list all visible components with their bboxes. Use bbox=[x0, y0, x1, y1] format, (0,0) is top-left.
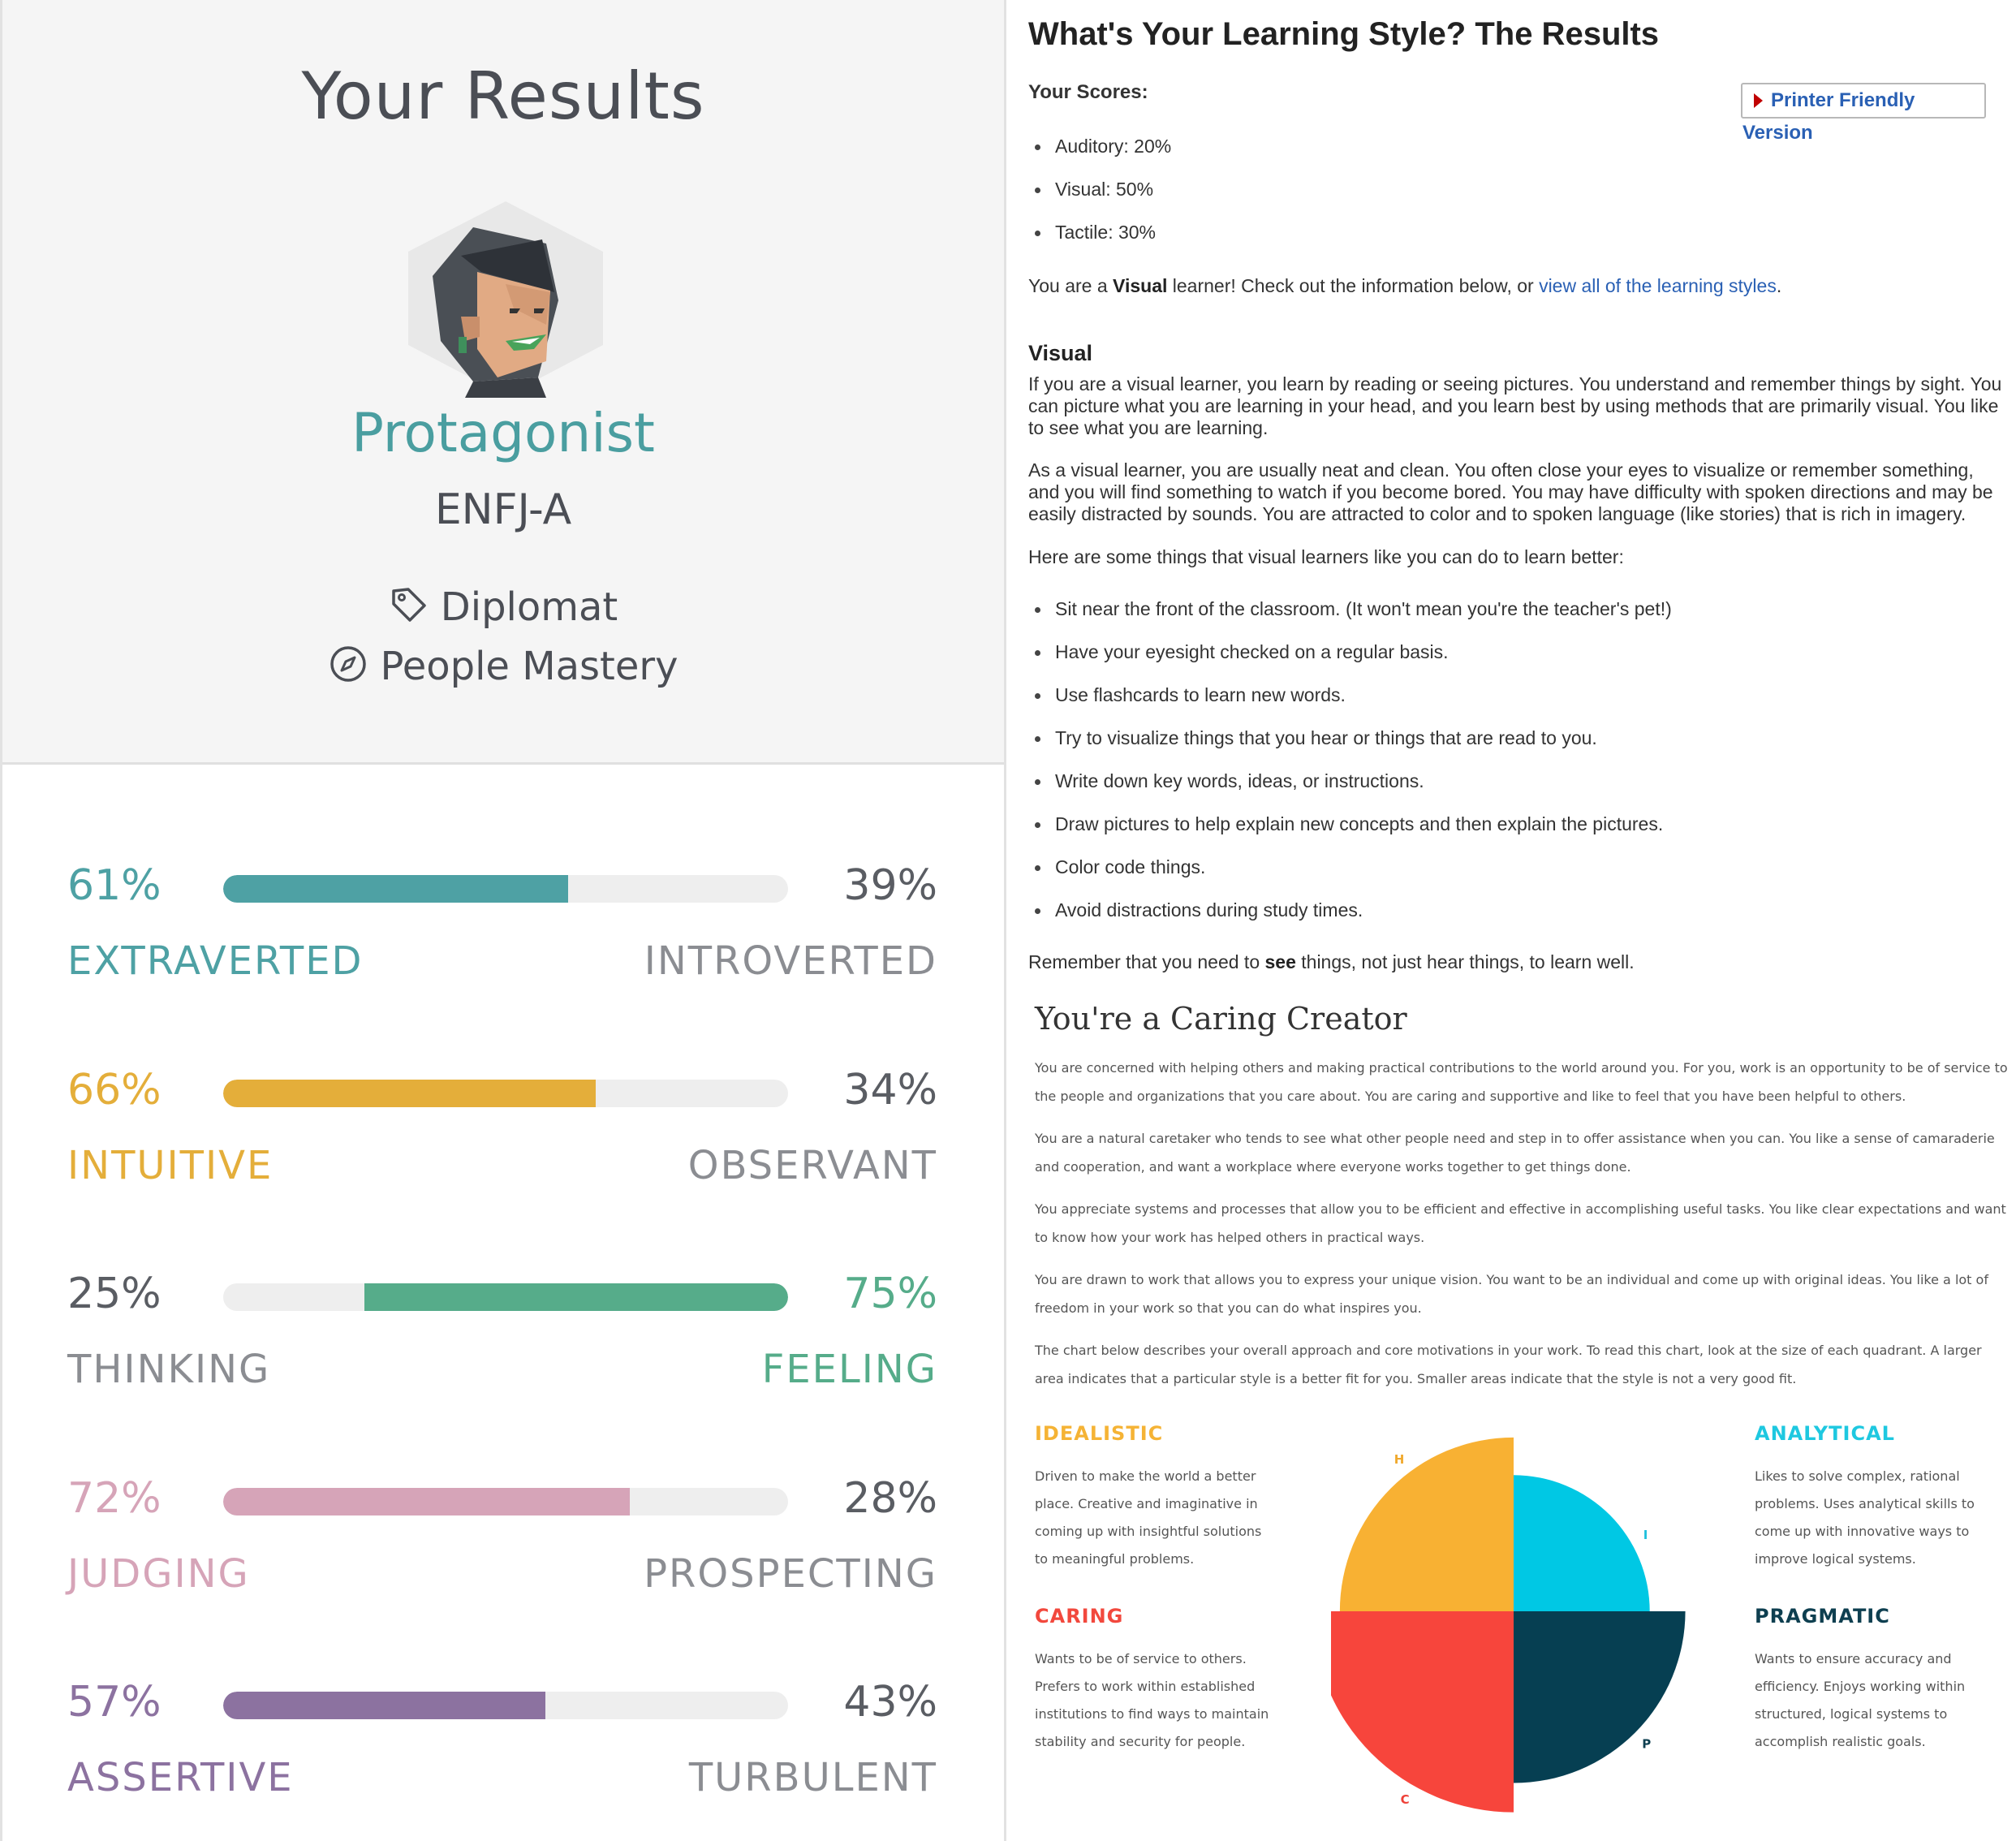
tip-item: Have your eyesight checked on a regular … bbox=[1028, 640, 1672, 683]
compass-icon bbox=[330, 646, 367, 682]
personality-type-code: ENFJ-A bbox=[434, 485, 572, 534]
quadrant-chart: H I P C bbox=[1331, 1437, 1686, 1813]
pragmatic-heading: PRAGMATIC bbox=[1755, 1605, 1890, 1628]
visual-paragraph-1: If you are a visual learner, you learn b… bbox=[1028, 373, 2002, 438]
trait-right-label: INTROVERTED bbox=[644, 938, 937, 984]
trait-left-percent: 61% bbox=[67, 861, 162, 910]
scores-label: Your Scores: bbox=[1028, 81, 1148, 103]
trait-left-percent: 72% bbox=[67, 1474, 162, 1523]
score-item: Visual: 50% bbox=[1028, 178, 1171, 221]
idealistic-description: Driven to make the world a better place.… bbox=[1035, 1468, 1262, 1567]
tip-item: Try to visualize things that you hear or… bbox=[1028, 726, 1672, 770]
trait-right-percent: 39% bbox=[843, 861, 937, 910]
avatar bbox=[408, 201, 603, 398]
tip-item: Color code things. bbox=[1028, 856, 1672, 899]
closing-bold: see bbox=[1264, 951, 1296, 972]
trait-left-label: INTUITIVE bbox=[67, 1143, 274, 1188]
quadrant-slice-h bbox=[1339, 1437, 1514, 1611]
career-paragraph: You are a natural caretaker who tends to… bbox=[1035, 1131, 1995, 1175]
analytical-description: Likes to solve complex, rational problem… bbox=[1755, 1468, 1975, 1567]
caring-heading: CARING bbox=[1035, 1605, 1124, 1628]
role-line[interactable]: Diplomat bbox=[2, 584, 1004, 630]
trait-bar-fill bbox=[223, 1488, 631, 1515]
tips-intro: Here are some things that visual learner… bbox=[1028, 546, 1624, 567]
trait-scale: 72% 28% JUDGING PROSPECTING bbox=[2, 1473, 1004, 1636]
learning-style-panel: What's Your Learning Style? The Results … bbox=[1006, 0, 2016, 1841]
role-label: Diplomat bbox=[440, 584, 618, 630]
quadrant-label-h: H bbox=[1394, 1452, 1405, 1467]
trait-left-label: ASSERTIVE bbox=[67, 1755, 294, 1800]
trait-right-label: TURBULENT bbox=[688, 1755, 937, 1800]
quadrant-slice-i bbox=[1514, 1475, 1650, 1611]
result-style: Visual bbox=[1113, 275, 1168, 296]
trait-scale: 61% 39% EXTRAVERTED INTROVERTED bbox=[2, 860, 1004, 1023]
tip-item: Avoid distractions during study times. bbox=[1028, 899, 1672, 942]
quadrant-slice-p bbox=[1514, 1611, 1686, 1783]
scores-list: Auditory: 20% Visual: 50% Tactile: 30% bbox=[1028, 135, 1171, 264]
career-type-title: You're a Caring Creator bbox=[1035, 1001, 1407, 1037]
printer-friendly-button[interactable]: Printer Friendly Version bbox=[1741, 83, 1986, 144]
learning-style-title: What's Your Learning Style? The Results bbox=[1028, 16, 1660, 52]
tip-item: Write down key words, ideas, or instruct… bbox=[1028, 770, 1672, 813]
score-item: Tactile: 30% bbox=[1028, 221, 1171, 264]
tip-item: Use flashcards to learn new words. bbox=[1028, 683, 1672, 726]
trait-bar-track bbox=[223, 875, 788, 903]
profile-card: Your Results Protagonist ENFJ-A Diplomat bbox=[2, 0, 1004, 765]
trait-left-percent: 25% bbox=[67, 1270, 162, 1318]
quadrant-label-i: I bbox=[1643, 1528, 1648, 1542]
trait-right-label: OBSERVANT bbox=[687, 1143, 937, 1188]
result-statement: You are a Visual learner! Check out the … bbox=[1028, 275, 1782, 296]
trait-bar-track bbox=[223, 1080, 788, 1107]
results-title: Your Results bbox=[301, 58, 705, 134]
trait-bar-fill bbox=[223, 875, 568, 903]
trait-bar-fill bbox=[223, 1080, 597, 1107]
career-paragraph: You appreciate systems and processes tha… bbox=[1035, 1201, 2006, 1245]
trait-bar-fill bbox=[223, 1692, 545, 1719]
strategy-label: People Mastery bbox=[380, 644, 678, 689]
strategy-line[interactable]: People Mastery bbox=[2, 644, 1004, 689]
analytical-heading: ANALYTICAL bbox=[1755, 1422, 1895, 1445]
quadrant-label-c: C bbox=[1401, 1792, 1410, 1807]
trait-scale: 57% 43% ASSERTIVE TURBULENT bbox=[2, 1677, 1004, 1839]
personality-results-panel: Your Results Protagonist ENFJ-A Diplomat bbox=[0, 0, 1006, 1841]
trait-left-label: THINKING bbox=[67, 1347, 271, 1392]
trait-bar-track bbox=[223, 1692, 788, 1719]
quadrant-slice-c bbox=[1331, 1611, 1514, 1813]
trait-right-percent: 34% bbox=[843, 1066, 937, 1115]
trait-bar-track bbox=[223, 1488, 788, 1515]
caring-description: Wants to be of service to others. Prefer… bbox=[1035, 1651, 1269, 1749]
trait-scale: 25% 75% THINKING FEELING bbox=[2, 1269, 1004, 1431]
tips-list: Sit near the front of the classroom. (It… bbox=[1028, 597, 1672, 942]
career-paragraph: The chart below describes your overall a… bbox=[1035, 1343, 1982, 1386]
trait-left-percent: 57% bbox=[67, 1678, 162, 1727]
idealistic-heading: IDEALISTIC bbox=[1035, 1422, 1164, 1445]
printer-friendly-label: Printer Friendly Version bbox=[1742, 89, 1915, 144]
trait-right-label: FEELING bbox=[761, 1347, 937, 1392]
quadrant-label-p: P bbox=[1642, 1737, 1651, 1752]
play-arrow-icon bbox=[1754, 93, 1763, 108]
pragmatic-description: Wants to ensure accuracy and efficiency.… bbox=[1755, 1651, 1966, 1749]
trait-left-percent: 66% bbox=[67, 1066, 162, 1115]
career-paragraph: You are drawn to work that allows you to… bbox=[1035, 1272, 1988, 1316]
career-paragraph: You are concerned with helping others an… bbox=[1035, 1060, 2008, 1104]
visual-paragraph-2: As a visual learner, you are usually nea… bbox=[1028, 459, 1993, 524]
trait-right-label: PROSPECTING bbox=[644, 1551, 937, 1597]
tip-item: Draw pictures to help explain new concep… bbox=[1028, 813, 1672, 856]
trait-scale: 66% 34% INTUITIVE OBSERVANT bbox=[2, 1065, 1004, 1227]
score-item: Auditory: 20% bbox=[1028, 135, 1171, 178]
tag-icon bbox=[392, 588, 426, 622]
trait-right-percent: 75% bbox=[843, 1270, 937, 1318]
tip-item: Sit near the front of the classroom. (It… bbox=[1028, 597, 1672, 640]
trait-bar-track bbox=[223, 1283, 788, 1311]
personality-type-name: Protagonist bbox=[351, 402, 655, 464]
trait-bar-fill bbox=[364, 1283, 788, 1311]
view-all-styles-link[interactable]: view all of the learning styles bbox=[1539, 275, 1777, 296]
closing-statement: Remember that you need to see things, no… bbox=[1028, 951, 1635, 972]
trait-right-percent: 43% bbox=[843, 1678, 937, 1727]
visual-section-heading: Visual bbox=[1028, 341, 1093, 365]
trait-left-label: EXTRAVERTED bbox=[67, 938, 364, 984]
trait-left-label: JUDGING bbox=[67, 1551, 250, 1597]
trait-right-percent: 28% bbox=[843, 1474, 937, 1523]
